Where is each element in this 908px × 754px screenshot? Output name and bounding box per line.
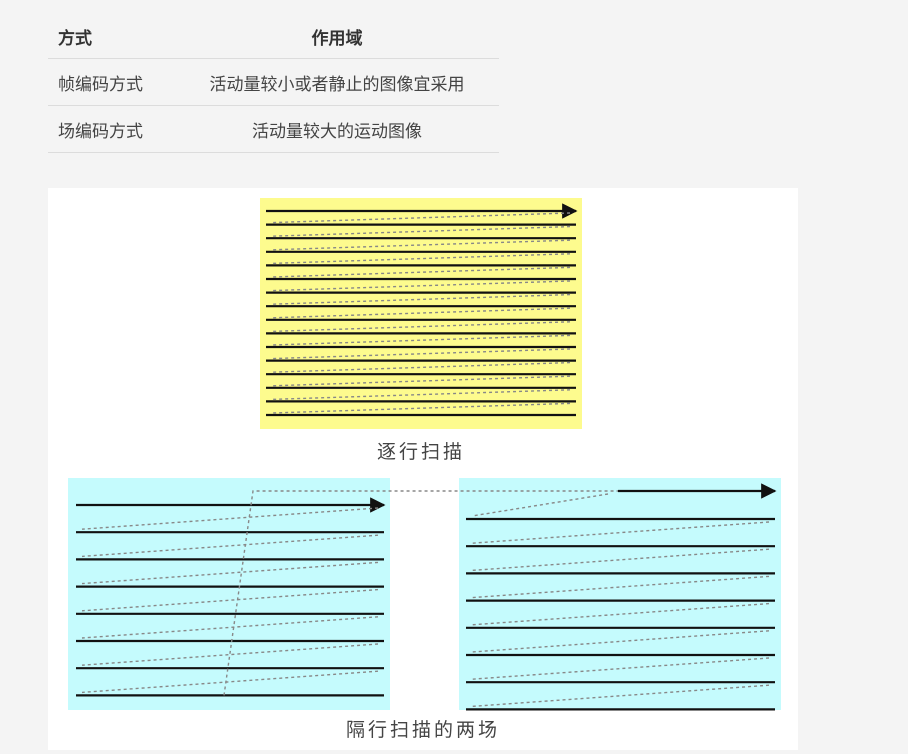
header-mode: 方式 bbox=[48, 14, 175, 59]
row-frame-mode: 帧编码方式 bbox=[48, 58, 175, 106]
table-row: 帧编码方式 活动量较小或者静止的图像宜采用 bbox=[48, 58, 499, 106]
table-row: 场编码方式 活动量较大的运动图像 bbox=[48, 105, 499, 153]
interlaced-caption: 隔行扫描的两场 bbox=[346, 719, 500, 741]
header-scope: 作用域 bbox=[175, 14, 499, 59]
row-field-scope: 活动量较大的运动图像 bbox=[175, 105, 499, 153]
scan-diagram-svg: 逐行扫描 隔行扫描的两场 bbox=[68, 198, 781, 741]
scan-diagram: 逐行扫描 隔行扫描的两场 bbox=[48, 188, 798, 750]
table-header-row: 方式 作用域 bbox=[48, 14, 499, 59]
interlaced-field-2-area bbox=[459, 478, 781, 710]
scan-mode-table: 方式 作用域 帧编码方式 活动量较小或者静止的图像宜采用 场编码方式 活动量较大… bbox=[48, 14, 499, 153]
progressive-caption: 逐行扫描 bbox=[377, 441, 465, 463]
row-frame-scope: 活动量较小或者静止的图像宜采用 bbox=[175, 58, 499, 106]
row-field-mode: 场编码方式 bbox=[48, 105, 175, 153]
interlaced-field-1-area bbox=[68, 478, 390, 710]
progressive-scan-area bbox=[260, 198, 582, 429]
